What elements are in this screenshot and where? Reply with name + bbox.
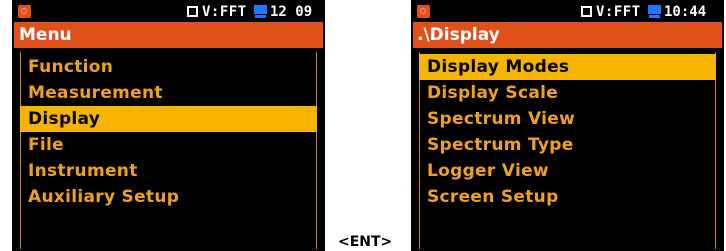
menu-item-display-modes[interactable]: Display Modes (419, 54, 716, 80)
sound-meter-icon (18, 5, 31, 18)
menu-item-spectrum-type[interactable]: Spectrum Type (419, 132, 716, 158)
enter-key-label: <ENT> (338, 234, 393, 250)
mode-indicator: V:FFT (202, 4, 247, 20)
display-menu-list: Display Modes Display Scale Spectrum Vie… (419, 54, 716, 210)
menu-item-instrument[interactable]: Instrument (20, 158, 317, 184)
status-bar: V:FFT 10:44 (413, 2, 722, 22)
menu-item-spectrum-view[interactable]: Spectrum View (419, 106, 716, 132)
status-bar: V:FFT 12 09 (14, 2, 323, 22)
menu-title-bar: .\Display (413, 22, 722, 48)
sound-meter-icon (417, 5, 430, 18)
main-menu-list: Function Measurement Display File Instru… (20, 54, 317, 210)
clock: 12 09 (270, 4, 313, 20)
clock: 10:44 (664, 4, 707, 20)
menu-item-display-scale[interactable]: Display Scale (419, 80, 716, 106)
monitor-icon (254, 5, 267, 18)
menu-item-file[interactable]: File (20, 132, 317, 158)
menu-item-screen-setup[interactable]: Screen Setup (419, 184, 716, 210)
menu-title: .\Display (417, 25, 500, 45)
state-box-icon (581, 6, 592, 17)
monitor-icon (648, 5, 661, 18)
menu-item-function[interactable]: Function (20, 54, 317, 80)
menu-title: Menu (19, 25, 72, 45)
instrument-screen-display-menu: V:FFT 10:44 .\Display Display Modes Disp… (411, 0, 724, 251)
mode-indicator: V:FFT (596, 4, 641, 20)
instrument-screen-main-menu: V:FFT 12 09 Menu Function Measurement Di… (12, 0, 325, 251)
menu-title-bar: Menu (14, 22, 323, 48)
menu-item-auxiliary-setup[interactable]: Auxiliary Setup (20, 184, 317, 210)
menu-item-display[interactable]: Display (20, 106, 317, 132)
menu-item-measurement[interactable]: Measurement (20, 80, 317, 106)
menu-item-logger-view[interactable]: Logger View (419, 158, 716, 184)
state-box-icon (187, 6, 198, 17)
